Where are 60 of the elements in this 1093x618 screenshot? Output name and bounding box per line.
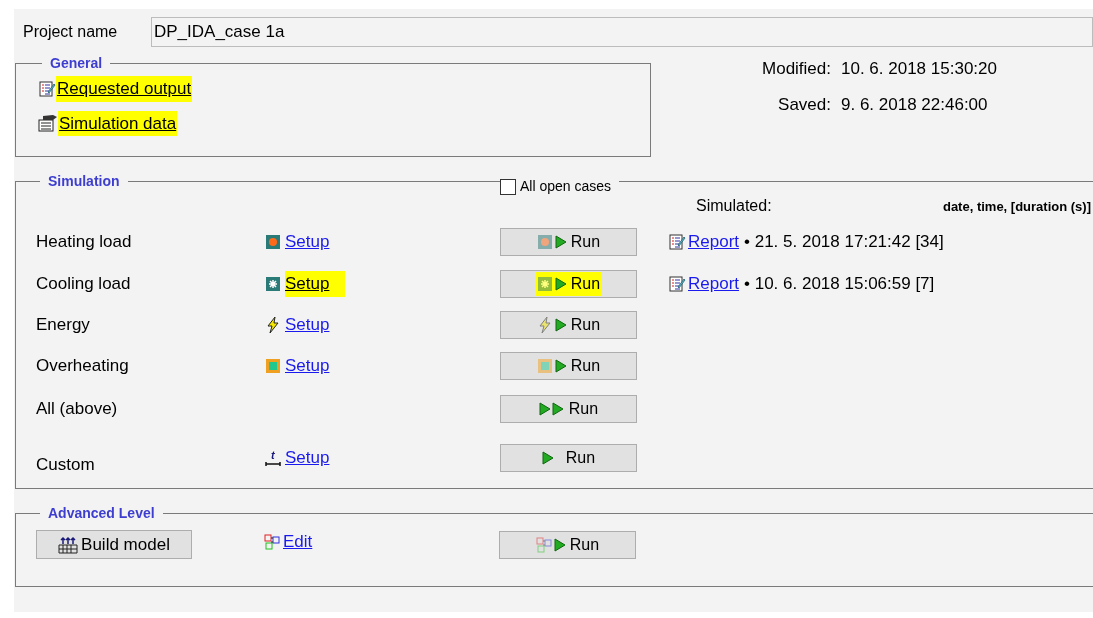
link[interactable]: Simulation data (58, 110, 178, 136)
link[interactable]: Requested output (56, 76, 193, 102)
edit-link[interactable]: Edit (283, 528, 313, 555)
diagram-icon (535, 536, 552, 553)
group-title: General (49, 54, 104, 73)
square-icon (536, 357, 553, 374)
setup-link[interactable]: Setup (285, 445, 330, 471)
run-button[interactable]: Run (500, 227, 637, 256)
square-icon (265, 276, 281, 292)
play-icon (554, 357, 569, 374)
setup-link[interactable]: Setup (285, 271, 346, 297)
report-icon (668, 275, 686, 293)
simulation-result: • 10. 6. 2018 15:06:59 [7] (744, 273, 935, 296)
row-label: Cooling load (36, 273, 132, 296)
row-label: Custom (36, 454, 96, 477)
row-label: All (above) (36, 398, 119, 421)
report-icon (668, 232, 686, 251)
run-button[interactable]: Run (500, 311, 637, 339)
square-icon (536, 233, 553, 250)
run-button[interactable]: Run (500, 444, 637, 472)
setup-link[interactable]: Setup (285, 228, 330, 255)
run-button[interactable]: Run (500, 395, 637, 423)
lightning-icon (265, 317, 281, 333)
build-icon (58, 535, 79, 554)
group-title: Simulation (47, 172, 121, 191)
row-label: Energy (36, 314, 91, 337)
column-hint: date, time, [duration (s)] (942, 198, 1091, 216)
run-button[interactable]: Run (499, 530, 636, 559)
group-title: Advanced Level (47, 504, 156, 523)
document-icon (38, 79, 56, 98)
row-label: Overheating (36, 354, 130, 377)
info-label: Saved: (777, 93, 831, 116)
project-name-label: Project name (23, 22, 119, 42)
play-icon (541, 450, 556, 466)
square-icon (536, 276, 553, 292)
run-button[interactable]: Run (500, 270, 637, 298)
square-icon (265, 233, 281, 250)
info-label: Modified: (761, 58, 831, 80)
info-value: 10. 6. 2018 15:30:20 (841, 58, 997, 80)
lightning-icon (536, 317, 553, 333)
play-icon (554, 233, 569, 250)
checkbox-label: All open cases (520, 177, 612, 196)
form-icon (38, 114, 58, 133)
report-link[interactable]: Report (688, 228, 740, 255)
row-label: Heating load (36, 230, 133, 253)
simulation-result: • 21. 5. 2018 17:21:42 [34] (744, 230, 944, 253)
simulated-label: Simulated: (696, 196, 772, 216)
info-value: 9. 6. 2018 22:46:00 (841, 93, 988, 116)
setup-link[interactable]: Setup (285, 352, 330, 379)
diagram-icon (264, 533, 280, 550)
project-name-field[interactable]: DP_IDA_case 1a (151, 17, 1093, 47)
build-model-button[interactable]: Build model (36, 530, 192, 559)
run-button[interactable]: Run (500, 351, 637, 380)
square-icon (265, 357, 281, 374)
play-icon (554, 276, 569, 292)
play-icon (554, 317, 569, 333)
play-icon (553, 536, 568, 553)
report-link[interactable]: Report (688, 271, 740, 297)
setup-link[interactable]: Setup (285, 312, 330, 338)
checkbox[interactable] (500, 178, 516, 195)
